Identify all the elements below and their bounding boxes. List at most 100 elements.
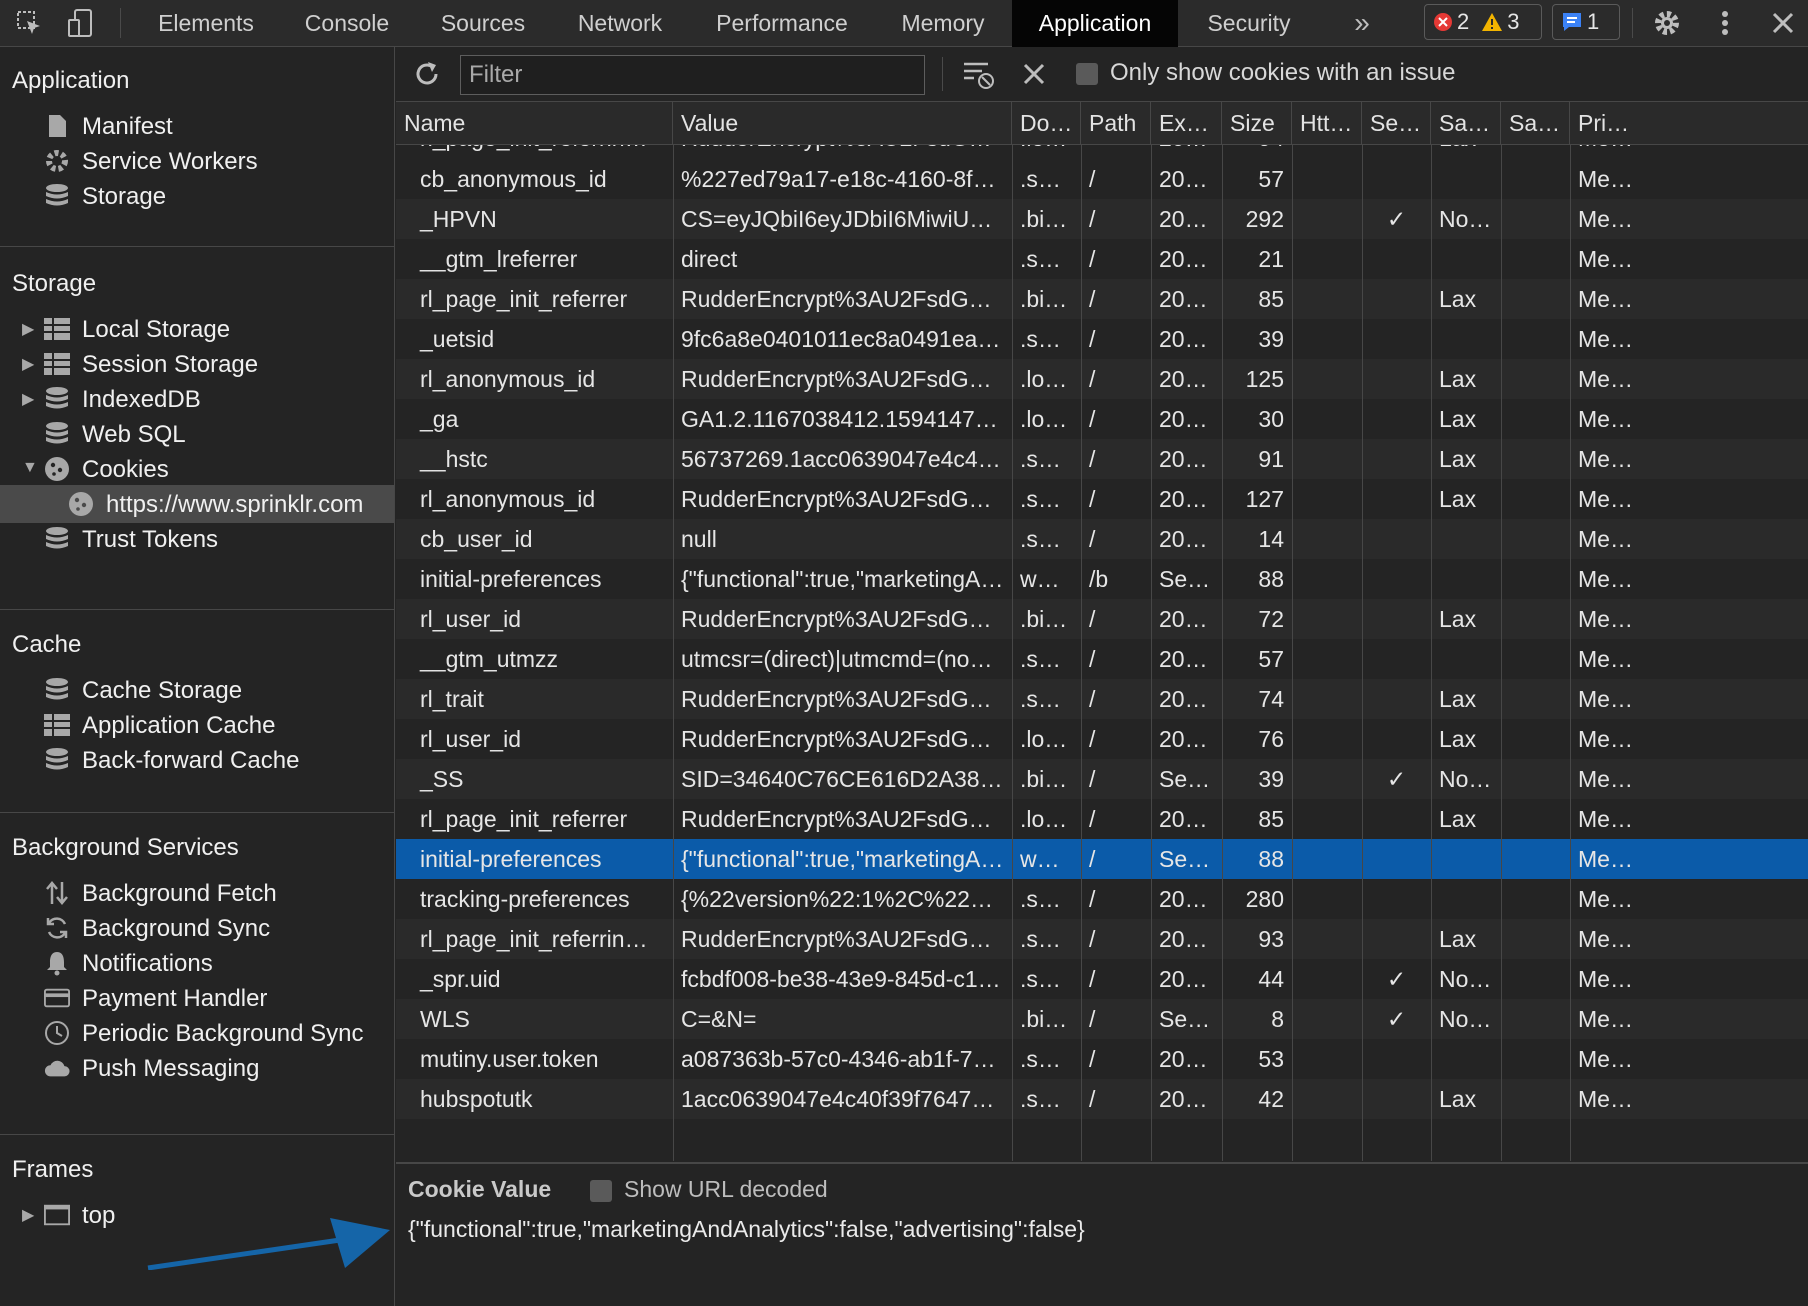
table-row[interactable]: rl_user_id RudderEncrypt%3AU2FsdGVkX… .lo…… bbox=[396, 719, 1808, 759]
cell-secure bbox=[1362, 559, 1431, 599]
cell-size: 88 bbox=[1258, 566, 1284, 592]
sidebar-item-session-storage[interactable]: ▶ Session Storage bbox=[0, 345, 394, 383]
table-row[interactable]: __gtm_lreferrer direct .sp… / 20… 21 Me… bbox=[396, 239, 1808, 279]
sidebar-item-cookie-origin[interactable]: https://www.sprinklr.com bbox=[0, 485, 394, 523]
only-issues-checkbox[interactable] bbox=[1076, 63, 1098, 90]
filter-input[interactable] bbox=[460, 55, 925, 95]
cell-sameparty bbox=[1501, 879, 1570, 919]
column-header-size[interactable]: Size bbox=[1222, 102, 1292, 145]
inspect-element-icon[interactable] bbox=[8, 0, 50, 46]
tab-performance[interactable]: Performance bbox=[694, 0, 870, 46]
sidebar-item-web-sql[interactable]: Web SQL bbox=[0, 415, 394, 453]
sidebar-item-label: Periodic Background Sync bbox=[82, 1020, 364, 1047]
column-header-name[interactable]: Name bbox=[396, 102, 673, 145]
cell-name: __gtm_utmzz bbox=[420, 646, 559, 672]
sidebar-item-manifest[interactable]: Manifest bbox=[0, 107, 394, 145]
sidebar-item-push-messaging[interactable]: Push Messaging bbox=[0, 1049, 394, 1087]
column-header-domain[interactable]: Do… bbox=[1012, 102, 1081, 145]
tab-network[interactable]: Network bbox=[556, 0, 684, 46]
collapse-arrow-icon[interactable]: ▼ bbox=[22, 459, 38, 479]
table-row[interactable]: initial-preferences {"functional":true,"m… bbox=[396, 839, 1808, 879]
sidebar-item-service-workers[interactable]: Service Workers bbox=[0, 142, 394, 180]
cell-sameparty bbox=[1501, 1079, 1570, 1119]
tab-application[interactable]: Application bbox=[1012, 0, 1178, 47]
sidebar-item-notifications[interactable]: Notifications bbox=[0, 944, 394, 982]
tab-sources[interactable]: Sources bbox=[420, 0, 546, 46]
table-row[interactable]: _uetsid 9fc6a8e0401011ec8a0491ea23… .sp… / 2… bbox=[396, 319, 1808, 359]
table-row[interactable]: rl_anonymous_id RudderEncrypt%3AU2FsdGVkX… bbox=[396, 479, 1808, 519]
table-row[interactable]: __hstc 56737269.1acc0639047e4c40f3… .sp… / 2… bbox=[396, 439, 1808, 479]
table-row[interactable]: rl_page_init_referrer RudderEncrypt%3AU2F… bbox=[396, 279, 1808, 319]
sidebar-item-local-storage[interactable]: ▶ Local Storage bbox=[0, 310, 394, 348]
sidebar-item-indexeddb[interactable]: ▶ IndexedDB bbox=[0, 380, 394, 418]
cell-secure bbox=[1362, 479, 1431, 519]
sidebar-item-payment-handler[interactable]: Payment Handler bbox=[0, 979, 394, 1017]
show-url-decoded-checkbox[interactable] bbox=[590, 1180, 612, 1207]
delete-icon[interactable] bbox=[1022, 62, 1048, 88]
table-row[interactable]: __gtm_utmzz utmcsr=(direct)|utmcmd=(none)… bbox=[396, 639, 1808, 679]
sidebar-item-storage-overview[interactable]: Storage bbox=[0, 177, 394, 215]
table-row[interactable]: initial-preferences {"functional":true,"m… bbox=[396, 559, 1808, 599]
expand-arrow-icon[interactable]: ▶ bbox=[22, 319, 36, 339]
cell-httponly bbox=[1292, 879, 1362, 919]
sidebar-item-back-forward-cache[interactable]: Back-forward Cache bbox=[0, 741, 394, 779]
more-tabs-button[interactable]: » bbox=[1340, 0, 1384, 46]
close-icon[interactable] bbox=[1762, 0, 1804, 46]
kebab-menu-icon[interactable] bbox=[1704, 0, 1746, 46]
sidebar-item-cookies[interactable]: ▼ Cookies bbox=[0, 450, 394, 488]
cell-secure bbox=[1362, 599, 1431, 639]
expand-arrow-icon[interactable]: ▶ bbox=[22, 389, 36, 409]
column-header-sameparty[interactable]: Sa… bbox=[1501, 102, 1570, 145]
table-row[interactable]: _ga GA1.2.1167038412.1594147280 .lo… / 20… 30… bbox=[396, 399, 1808, 439]
table-row[interactable]: rl_anonymous_id RudderEncrypt%3AU2FsdGVkX… bbox=[396, 359, 1808, 399]
table-row[interactable]: cb_user_id null .sp… / 20… 14 Me… bbox=[396, 519, 1808, 559]
refresh-icon[interactable] bbox=[412, 59, 442, 89]
table-row[interactable]: tracking-preferences {%22version%22:1%2C%… bbox=[396, 879, 1808, 919]
sidebar-item-cache-storage[interactable]: Cache Storage bbox=[0, 671, 394, 709]
device-toolbar-icon[interactable] bbox=[60, 0, 102, 46]
table-row[interactable]: rl_trait RudderEncrypt%3AU2FsdGVkX… .sp… / 2… bbox=[396, 679, 1808, 719]
column-header-path[interactable]: Path bbox=[1081, 102, 1151, 145]
sidebar-item-application-cache[interactable]: Application Cache bbox=[0, 706, 394, 744]
clear-filter-icon[interactable] bbox=[962, 59, 996, 91]
table-row[interactable]: hubspotutk 1acc0639047e4c40f39f76470b9… .s… bbox=[396, 1079, 1808, 1119]
column-header-httponly[interactable]: Htt… bbox=[1292, 102, 1362, 145]
tab-security[interactable]: Security bbox=[1184, 0, 1314, 46]
table-row-partial[interactable]: rl_page_init_referrin… RudderEncrypt%3AU… bbox=[396, 145, 1808, 159]
column-header-secure[interactable]: Se… bbox=[1362, 102, 1431, 145]
table-row[interactable]: mutiny.user.token a087363b-57c0-4346-ab1f… bbox=[396, 1039, 1808, 1079]
cell-secure bbox=[1362, 279, 1431, 319]
tab-console[interactable]: Console bbox=[280, 0, 414, 46]
sidebar-item-background-fetch[interactable]: Background Fetch bbox=[0, 874, 394, 912]
cell-sameparty bbox=[1501, 999, 1570, 1039]
gear-icon[interactable] bbox=[1646, 0, 1688, 46]
cell-httponly bbox=[1292, 799, 1362, 839]
cell-value: utmcsr=(direct)|utmcmd=(none)|… bbox=[681, 646, 1012, 672]
tab-elements[interactable]: Elements bbox=[138, 0, 274, 46]
table-row[interactable]: _HPVN CS=eyJQbiI6eyJDbiI6MiwiU3Qi… .bi… / 20… bbox=[396, 199, 1808, 239]
sidebar-item-background-sync[interactable]: Background Sync bbox=[0, 909, 394, 947]
column-header-expires[interactable]: Ex… bbox=[1151, 102, 1222, 145]
table-row[interactable]: WLS C=&N= .bi… / Se… 8 ✓ None Me… bbox=[396, 999, 1808, 1039]
cell-sameparty bbox=[1501, 639, 1570, 679]
tab-memory[interactable]: Memory bbox=[876, 0, 1010, 46]
messages-counter[interactable]: 1 bbox=[1552, 4, 1620, 40]
cell-httponly bbox=[1292, 519, 1362, 559]
column-header-samesite[interactable]: Sa… bbox=[1431, 102, 1501, 145]
table-row[interactable]: _spr.uid fcbdf008-be38-43e9-845d-c1f6… .sp… bbox=[396, 959, 1808, 999]
table-row[interactable]: _SS SID=34640C76CE616D2A3899… .bi… / Se… 39 ✓ N… bbox=[396, 759, 1808, 799]
sidebar-item-periodic-background-sync[interactable]: Periodic Background Sync bbox=[0, 1014, 394, 1052]
table-row[interactable]: rl_page_init_referrin… RudderEncrypt%3AU2… bbox=[396, 919, 1808, 959]
sidebar-item-trust-tokens[interactable]: Trust Tokens bbox=[0, 520, 394, 558]
column-header-value[interactable]: Value bbox=[673, 102, 1012, 145]
issues-counter[interactable]: 2 3 bbox=[1424, 4, 1542, 40]
column-header-priority[interactable]: Pri… bbox=[1570, 102, 1808, 145]
table-row[interactable]: cb_anonymous_id %227ed79a17-e18c-4160-8fd… bbox=[396, 159, 1808, 199]
expand-arrow-icon[interactable]: ▶ bbox=[22, 354, 36, 374]
cell-httponly bbox=[1292, 919, 1362, 959]
cell-priority: Me… bbox=[1578, 966, 1633, 992]
cookie-value-text[interactable]: {"functional":true,"marketingAndAnalytic… bbox=[408, 1216, 1085, 1243]
table-row[interactable]: rl_page_init_referrer RudderEncrypt%3AU2F… bbox=[396, 799, 1808, 839]
table-row[interactable]: rl_user_id RudderEncrypt%3AU2FsdGVkX… .bi…… bbox=[396, 599, 1808, 639]
expand-arrow-icon[interactable]: ▶ bbox=[22, 1205, 36, 1225]
